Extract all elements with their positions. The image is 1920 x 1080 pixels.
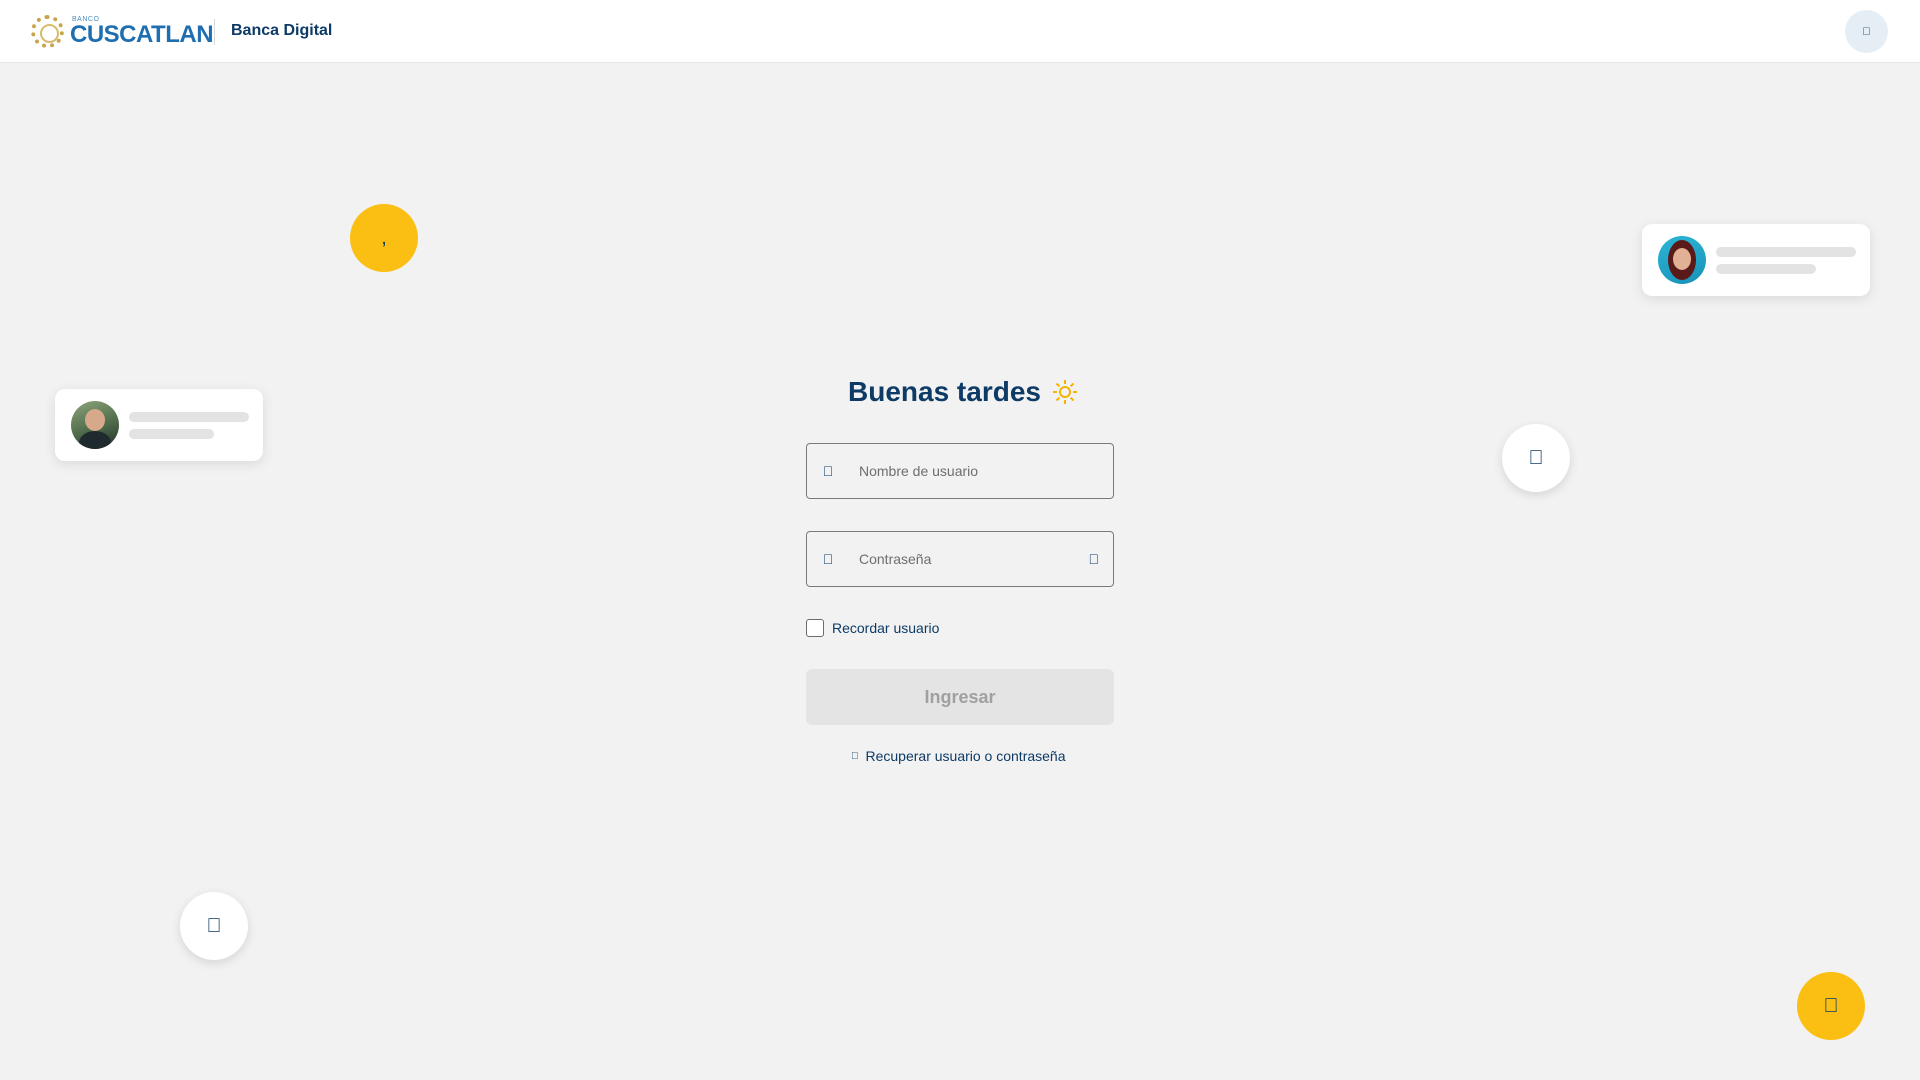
placeholder-line	[129, 428, 214, 439]
page-title: Banca Digital	[231, 22, 333, 39]
remember-checkbox[interactable]	[806, 619, 824, 637]
decor-glyph: ,	[381, 226, 387, 249]
password-field[interactable]:  	[806, 531, 1114, 587]
password-input[interactable]	[859, 551, 1059, 567]
header-divider	[214, 19, 215, 45]
avatar	[1658, 236, 1706, 284]
lock-icon: 	[1529, 447, 1544, 470]
eye-icon[interactable]: 	[1089, 551, 1100, 567]
username-input[interactable]	[859, 463, 1059, 479]
logo-ring-icon	[31, 15, 64, 48]
wallet-icon: 	[1824, 995, 1839, 1018]
remember-label[interactable]: Recordar usuario	[832, 620, 939, 636]
help-button[interactable]: 	[1845, 10, 1888, 53]
decor-bubble-left: 	[180, 892, 248, 960]
lock-icon: 	[821, 551, 835, 567]
recover-credentials-link[interactable]:  Recuperar usuario o contraseña	[851, 748, 1066, 764]
profile-card-right	[1642, 224, 1870, 296]
greeting-heading: Buenas tardes	[848, 376, 1077, 408]
logo-name: CUSCATLAN	[70, 21, 214, 48]
decor-yellow-bubble-bottom: 	[1797, 972, 1865, 1040]
user-icon: 	[821, 463, 835, 479]
placeholder-line	[1716, 246, 1856, 257]
login-button[interactable]: Ingresar	[806, 669, 1114, 725]
info-icon: 	[1862, 26, 1870, 38]
lock-icon: 	[207, 915, 222, 938]
profile-card-left	[55, 389, 263, 461]
placeholder-line	[1716, 263, 1816, 274]
username-field[interactable]: 	[806, 443, 1114, 499]
top-header: BANCO CUSCATLAN Banca Digital 	[0, 0, 1920, 63]
avatar	[71, 401, 119, 449]
remember-user[interactable]: Recordar usuario	[806, 619, 939, 637]
key-icon: 	[851, 751, 859, 762]
bank-logo[interactable]: BANCO CUSCATLAN	[31, 15, 214, 48]
placeholder-line	[129, 411, 249, 422]
decor-bubble-right: 	[1502, 424, 1570, 492]
recover-label[interactable]: Recuperar usuario o contraseña	[866, 748, 1066, 764]
sun-icon	[1052, 380, 1077, 404]
decor-yellow-bubble-top: ,	[350, 204, 418, 272]
greeting-text: Buenas tardes	[848, 376, 1041, 407]
